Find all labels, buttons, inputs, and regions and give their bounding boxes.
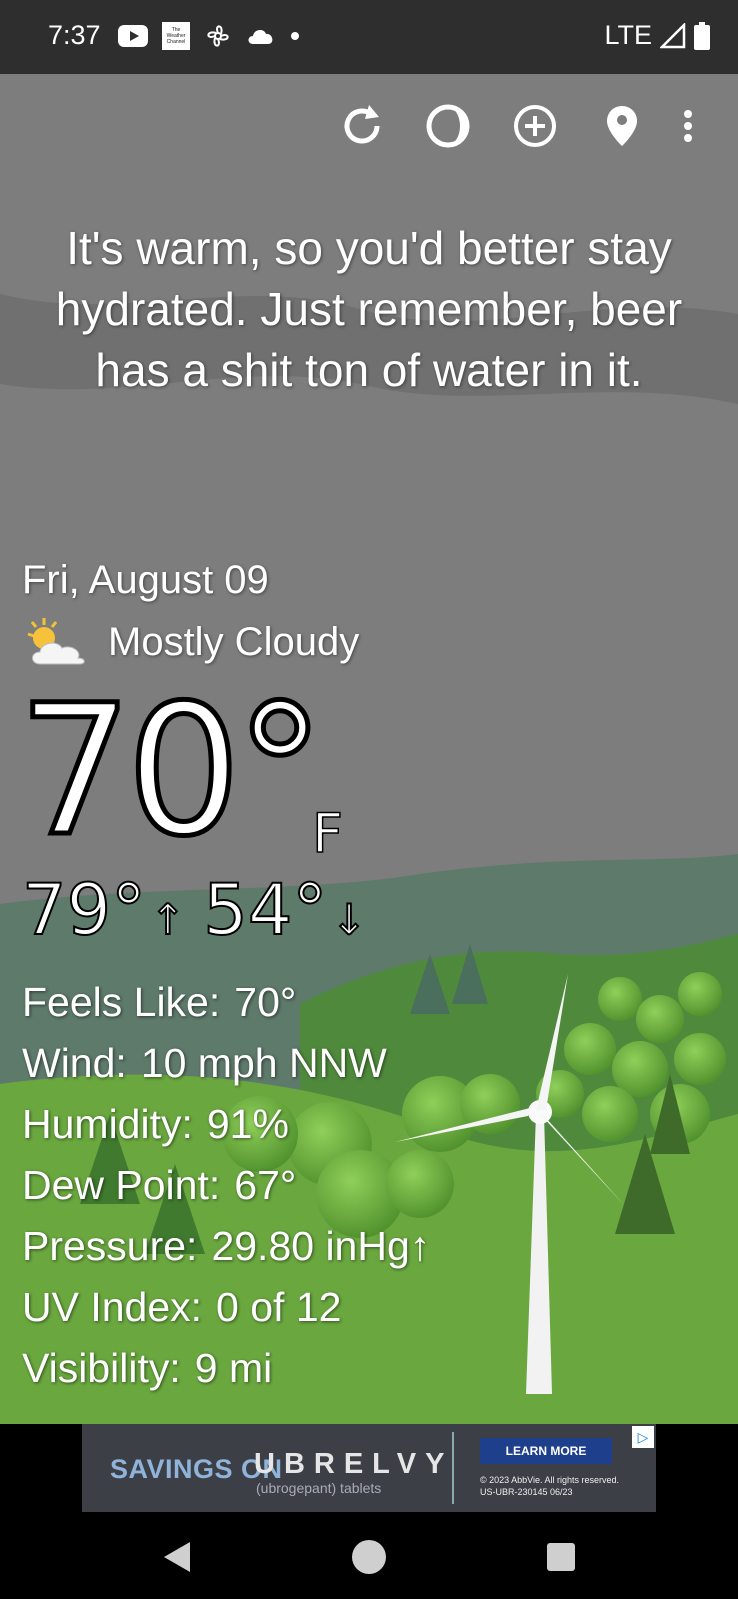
add-location-button[interactable]: [505, 96, 565, 156]
ad-legal: © 2023 AbbVie. All rights reserved. US-U…: [480, 1474, 619, 1498]
status-bar: 7:37 The Weather Channel LTE: [0, 0, 738, 74]
high-temperature: 79°: [21, 869, 147, 951]
detail-row-dew-point: Dew Point: 67°: [22, 1155, 430, 1216]
network-type: LTE: [604, 20, 652, 50]
partly-cloudy-icon: [27, 618, 85, 665]
refresh-icon: [344, 105, 380, 144]
detail-label: UV Index:: [22, 1284, 203, 1330]
youtube-icon: [118, 25, 148, 47]
cloud-icon: [248, 30, 273, 44]
ad-legal-line: US-UBR-230145 06/23: [480, 1487, 573, 1497]
detail-value: 70°: [234, 979, 297, 1025]
detail-label: Humidity:: [22, 1101, 193, 1147]
status-right: LTE: [604, 20, 710, 51]
detail-value: 10 mph NNW: [140, 1040, 387, 1086]
signal-icon: [660, 22, 686, 48]
status-notification-icons: The Weather Channel: [118, 22, 300, 50]
battery-icon: [694, 21, 710, 50]
detail-label: Pressure:: [22, 1223, 198, 1269]
back-icon: [164, 1542, 190, 1572]
condition-row: Mostly Cloudy: [22, 616, 359, 668]
moon-phase-button[interactable]: [418, 96, 478, 156]
recents-icon: [547, 1543, 575, 1571]
detail-row-feels-like: Feels Like: 70°: [22, 972, 430, 1033]
detail-label: Dew Point:: [22, 1162, 221, 1208]
current-temperature-outline: 70°: [15, 667, 327, 876]
back-button[interactable]: [152, 1532, 202, 1582]
location-button[interactable]: [592, 96, 652, 156]
detail-value: 67°: [234, 1162, 297, 1208]
overflow-menu-button[interactable]: [668, 96, 708, 156]
detail-row-wind: Wind: 10 mph NNW: [22, 1033, 430, 1094]
weather-channel-icon: The Weather Channel: [162, 22, 190, 50]
detail-label: Feels Like:: [22, 979, 221, 1025]
detail-label: Visibility:: [22, 1345, 181, 1391]
detail-value: 91%: [206, 1101, 289, 1147]
toolbar: [0, 96, 738, 156]
high-low-row: 79° ↑ 54° ↓: [21, 869, 385, 958]
ad-learn-more-button[interactable]: LEARN MORE: [480, 1438, 612, 1464]
down-arrow-icon: ↓: [330, 894, 367, 945]
recents-button[interactable]: [536, 1532, 586, 1582]
refresh-button[interactable]: [332, 96, 392, 156]
ad-legal-line: © 2023 AbbVie. All rights reserved.: [480, 1475, 620, 1485]
fan-icon: [207, 25, 229, 47]
ad-divider: [452, 1432, 454, 1504]
more-vert-icon: [684, 110, 692, 142]
moon-phase-icon: [426, 104, 470, 148]
status-time: 7:37: [48, 20, 101, 50]
condition-label: Mostly Cloudy: [108, 619, 360, 664]
location-pin-icon: [607, 106, 637, 146]
detail-row-humidity: Humidity: 91%: [22, 1094, 430, 1155]
add-location-icon: [514, 105, 556, 147]
snarky-message: It's warm, so you'd better stay hydrated…: [55, 222, 683, 396]
ad-brand: UBRELVY: [254, 1448, 454, 1480]
up-arrow-icon: ↑: [149, 894, 186, 945]
ad-subtitle: (ubrogepant) tablets: [256, 1480, 382, 1496]
detail-row-visibility: Visibility: 9 mi: [22, 1338, 430, 1399]
detail-value: 9 mi: [194, 1345, 273, 1391]
forecast-date: Fri, August 09: [22, 558, 269, 602]
weather-details: Feels Like: 70° Wind: 10 mph NNW Humidity:…: [22, 972, 430, 1399]
detail-label: Wind:: [22, 1040, 127, 1086]
navigation-bar: [0, 1512, 738, 1599]
detail-row-pressure: Pressure: 29.80 inHg↑: [22, 1216, 430, 1277]
detail-value: 29.80 inHg↑: [211, 1223, 431, 1269]
ad-banner[interactable]: SAVINGS ON UBRELVY (ubrogepant) tablets …: [82, 1424, 656, 1512]
temperature-unit: F: [311, 801, 344, 866]
home-icon: [352, 1540, 386, 1574]
ad-choices-icon[interactable]: ▷: [632, 1426, 654, 1448]
dot-icon: [291, 32, 299, 40]
low-temperature: 54°: [202, 869, 328, 951]
home-button[interactable]: [344, 1532, 394, 1582]
detail-value: 0 of 12: [216, 1284, 342, 1330]
detail-row-uv-index: UV Index: 0 of 12: [22, 1277, 430, 1338]
